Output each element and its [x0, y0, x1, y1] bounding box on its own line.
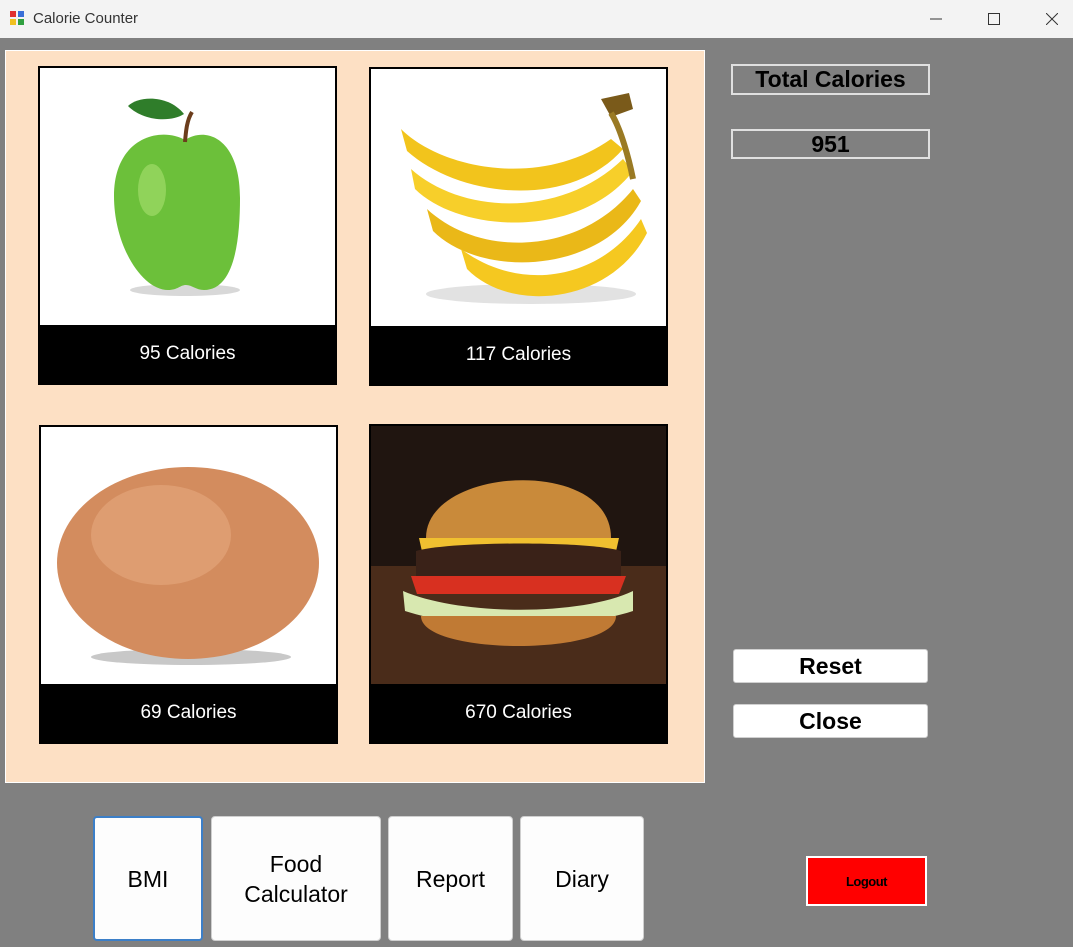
minimize-button[interactable] — [907, 0, 965, 38]
food-card-banana[interactable]: 117 Calories — [369, 67, 668, 386]
apple-image[interactable] — [40, 68, 335, 327]
calorie-label: 117 Calories — [371, 326, 666, 384]
banana-icon — [401, 93, 647, 304]
food-card-burger[interactable]: 670 Calories — [369, 424, 668, 744]
title-bar: Calorie Counter — [0, 0, 1073, 38]
close-icon — [1046, 13, 1058, 25]
total-calories-label: Total Calories — [731, 64, 930, 95]
egg-icon — [57, 467, 319, 665]
maximize-button[interactable] — [965, 0, 1023, 38]
diary-button[interactable]: Diary — [520, 816, 644, 941]
food-card-apple[interactable]: 95 Calories — [38, 66, 337, 385]
bmi-button[interactable]: BMI — [93, 816, 203, 941]
burger-image[interactable] — [371, 426, 666, 686]
burger-icon — [371, 480, 666, 686]
apple-icon — [114, 98, 240, 296]
calorie-label: 670 Calories — [371, 684, 666, 742]
logout-button[interactable]: Logout — [806, 856, 927, 906]
report-button[interactable]: Report — [388, 816, 513, 941]
window-title: Calorie Counter — [33, 10, 139, 27]
total-calories-value: 951 — [731, 129, 930, 159]
egg-image[interactable] — [41, 427, 336, 686]
calorie-label: 69 Calories — [41, 684, 336, 742]
food-card-egg[interactable]: 69 Calories — [39, 425, 338, 744]
maximize-icon — [988, 13, 1000, 25]
banana-image[interactable] — [371, 69, 666, 328]
close-window-button[interactable] — [1023, 0, 1073, 38]
food-calculator-button[interactable]: Food Calculator — [211, 816, 381, 941]
reset-button[interactable]: Reset — [733, 649, 928, 683]
minimize-icon — [930, 18, 942, 20]
calorie-label: 95 Calories — [40, 325, 335, 383]
app-icon — [10, 11, 24, 25]
close-button[interactable]: Close — [733, 704, 928, 738]
